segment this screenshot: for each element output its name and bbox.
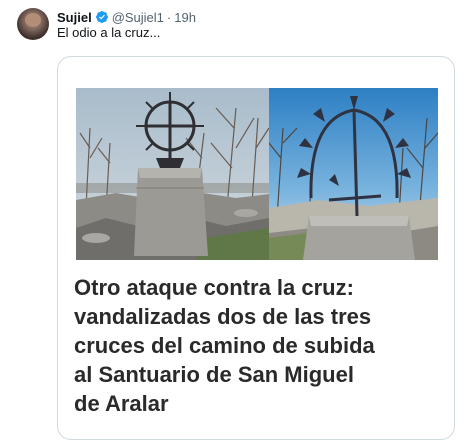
verified-badge-icon [95, 11, 108, 23]
tweet[interactable]: Sujiel @Sujiel1 · 19h El odio a la cruz.… [0, 0, 467, 443]
tweet-header: Sujiel @Sujiel1 · 19h [57, 8, 196, 26]
tweet-text: El odio a la cruz... [57, 25, 161, 40]
avatar[interactable] [17, 8, 49, 40]
author-name[interactable]: Sujiel [57, 10, 92, 25]
article-image [76, 88, 438, 260]
cross-photo-left [76, 88, 269, 260]
headline-line: Otro ataque contra la cruz: [74, 275, 354, 300]
author-handle[interactable]: @Sujiel1 [112, 10, 164, 25]
headline-line: de Aralar [74, 391, 169, 416]
tweet-timestamp[interactable]: 19h [174, 10, 196, 25]
cross-photo-right [269, 88, 438, 260]
article-headline[interactable]: Otro ataque contra la cruz: vandalizadas… [74, 273, 444, 418]
separator-dot: · [166, 9, 172, 25]
headline-line: vandalizadas dos de las tres [74, 304, 372, 329]
headline-line: al Santuario de San Miguel [74, 362, 354, 387]
link-card[interactable]: Otro ataque contra la cruz: vandalizadas… [57, 56, 455, 440]
headline-line: cruces del camino de subida [74, 333, 375, 358]
